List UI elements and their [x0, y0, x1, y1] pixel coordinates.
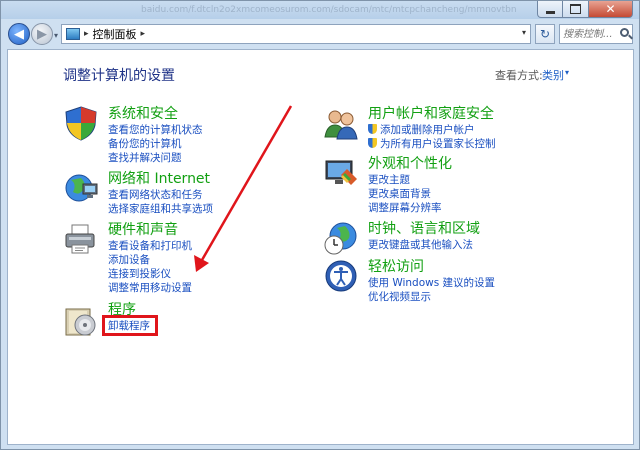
close-button[interactable]: ✕ [589, 1, 633, 18]
maximize-button[interactable] [563, 1, 589, 18]
address-dropdown-icon[interactable]: ▾ [522, 28, 526, 37]
breadcrumb-arrow-icon[interactable]: ▸ [141, 29, 146, 39]
search-box[interactable] [559, 24, 633, 44]
title-bar[interactable]: baidu.com/f.dtcln2o2xmcomeosurom.com/sdo… [1, 1, 639, 19]
window-buttons: ✕ [537, 1, 633, 18]
close-icon: ✕ [605, 2, 616, 16]
control-panel-icon [66, 28, 80, 40]
content-pane: 调整计算机的设置 查看方式: 类别 ▾ 系统和安全 查看您的计算机状态 备份您的… [7, 49, 634, 445]
search-input[interactable] [563, 27, 617, 41]
minimize-button[interactable] [537, 1, 563, 18]
recent-pages-dropdown-icon[interactable]: ▾ [54, 31, 58, 40]
annotation-highlight-box [102, 315, 158, 336]
minimize-icon [545, 10, 555, 14]
refresh-icon: ↻ [539, 27, 551, 41]
forward-arrow-icon: ▶ [37, 26, 47, 42]
maximize-icon [570, 4, 581, 14]
control-panel-window: baidu.com/f.dtcln2o2xmcomeosurom.com/sdo… [0, 0, 640, 450]
breadcrumb-separator-icon[interactable]: ▸ [84, 29, 89, 39]
address-bar[interactable]: ▸ 控制面板 ▸ ▾ [61, 24, 531, 44]
forward-button[interactable]: ▶ [31, 23, 53, 45]
title-watermark: baidu.com/f.dtcln2o2xmcomeosurom.com/sdo… [141, 5, 517, 15]
back-arrow-icon: ◀ [14, 26, 24, 42]
search-icon[interactable] [620, 28, 629, 37]
back-button[interactable]: ◀ [8, 23, 30, 45]
annotation-arrow [194, 105, 293, 272]
navigation-bar: ◀ ▶ ▾ ▸ 控制面板 ▸ ▾ ↻ [1, 19, 639, 49]
breadcrumb-control-panel[interactable]: 控制面板 [93, 26, 137, 42]
refresh-button[interactable]: ↻ [535, 24, 555, 44]
